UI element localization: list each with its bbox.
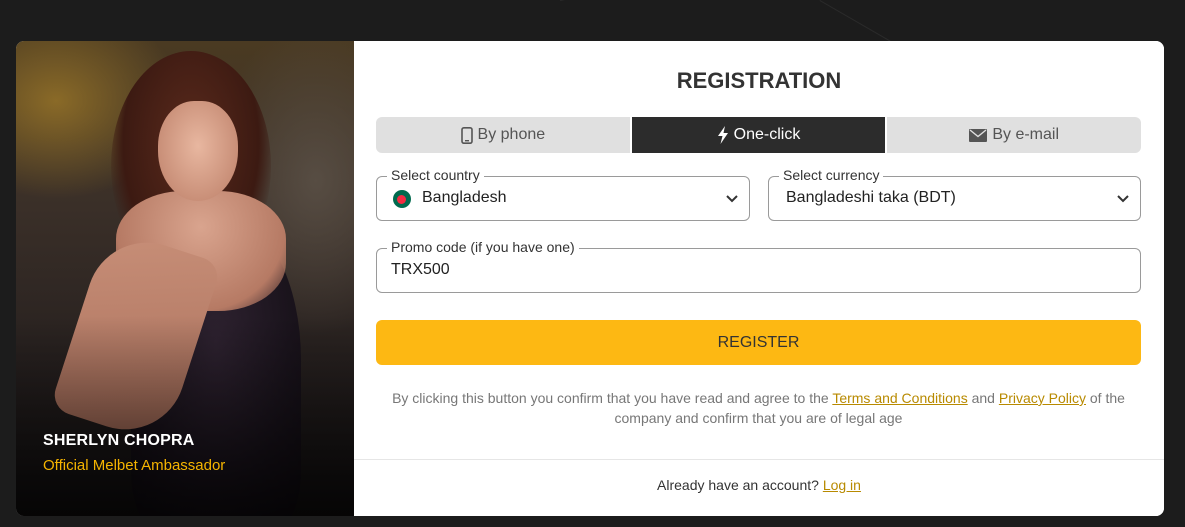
currency-value: Bangladeshi taka (BDT) — [786, 189, 956, 206]
divider — [354, 459, 1164, 460]
register-button[interactable]: REGISTER — [376, 320, 1141, 365]
registration-method-tabs: By phone One-click By e-mail — [376, 117, 1141, 153]
terms-notice: By clicking this button you confirm that… — [376, 388, 1141, 428]
registration-modal: SHERLYN CHOPRA Official Melbet Ambassado… — [16, 41, 1164, 516]
tab-by-phone[interactable]: By phone — [376, 117, 630, 153]
chevron-down-icon — [1116, 191, 1130, 210]
terms-text-and: and — [971, 390, 995, 406]
login-prompt-text: Already have an account? — [657, 477, 819, 493]
tab-one-click[interactable]: One-click — [629, 117, 886, 153]
currency-select-label: Select currency — [779, 167, 884, 183]
login-link[interactable]: Log in — [823, 477, 861, 493]
ambassador-role: Official Melbet Ambassador — [43, 457, 226, 474]
privacy-policy-link[interactable]: Privacy Policy — [999, 390, 1086, 406]
ambassador-name: SHERLYN CHOPRA — [43, 432, 195, 449]
promo-code-field[interactable]: Promo code (if you have one) TRX500 — [376, 239, 1141, 293]
tab-label: By phone — [477, 126, 546, 143]
lightning-icon — [717, 126, 729, 144]
phone-icon — [460, 126, 473, 144]
terms-text-prefix: By clicking this button you confirm that… — [392, 390, 829, 406]
tab-label: By e-mail — [992, 126, 1060, 143]
promo-code-label: Promo code (if you have one) — [387, 239, 579, 255]
bangladesh-flag-icon — [393, 190, 411, 208]
currency-select[interactable]: Select currency Bangladeshi taka (BDT) — [768, 167, 1141, 221]
envelope-icon — [969, 128, 988, 142]
chevron-down-icon — [725, 191, 739, 210]
ambassador-banner: SHERLYN CHOPRA Official Melbet Ambassado… — [16, 41, 354, 516]
terms-and-conditions-link[interactable]: Terms and Conditions — [832, 390, 967, 406]
banner-shade — [16, 316, 354, 516]
tab-label: One-click — [733, 126, 801, 143]
login-prompt: Already have an account? Log in — [354, 477, 1164, 493]
country-select-label: Select country — [387, 167, 484, 183]
ambassador-photo-face — [158, 101, 238, 201]
promo-code-value[interactable]: TRX500 — [391, 261, 450, 279]
registration-form: REGISTRATION By phone One-click By e-mai… — [354, 41, 1164, 516]
country-value: Bangladesh — [422, 189, 507, 206]
tab-by-email[interactable]: By e-mail — [885, 117, 1141, 153]
background-decoration — [560, 0, 737, 1]
form-title: REGISTRATION — [676, 68, 842, 93]
country-select[interactable]: Select country Bangladesh — [376, 167, 750, 221]
